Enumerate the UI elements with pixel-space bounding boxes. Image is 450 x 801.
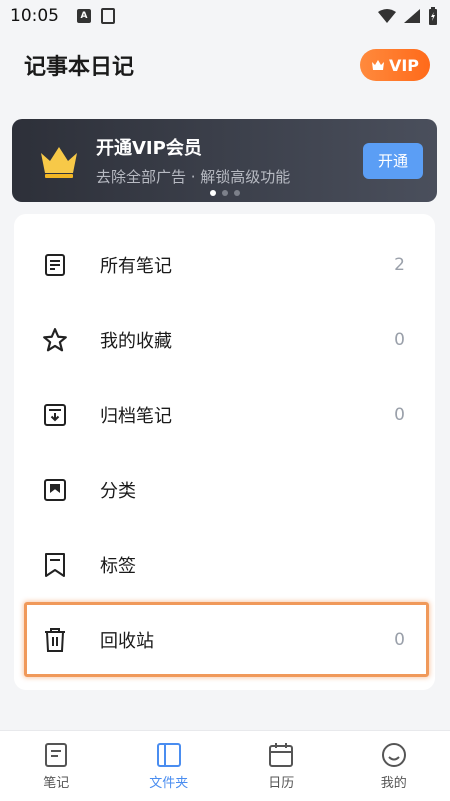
note-icon xyxy=(45,742,68,767)
carousel-indicator xyxy=(12,190,437,196)
folder-icon xyxy=(156,742,181,767)
list-item-label: 所有笔记 xyxy=(100,255,172,277)
list-item-tags[interactable]: 标签 xyxy=(14,527,435,602)
crown-icon xyxy=(371,60,384,70)
list-item-archive[interactable]: 归档笔记 0 xyxy=(14,377,435,452)
star-icon xyxy=(42,327,68,353)
status-time: 10:05 xyxy=(10,6,59,26)
list-item-count: 0 xyxy=(394,404,405,425)
status-bar: 10:05 A xyxy=(0,0,450,32)
banner-subtitle: 去除全部广告 · 解锁高级功能 xyxy=(96,168,291,186)
list-item-all-notes[interactable]: 所有笔记 2 xyxy=(14,227,435,302)
note-icon xyxy=(42,252,68,278)
list-item-label: 归档笔记 xyxy=(100,405,172,427)
calendar-icon xyxy=(269,742,294,767)
vip-button-label: VIP xyxy=(388,55,420,75)
signal-icon xyxy=(404,9,420,23)
nav-tab-calendar[interactable]: 日历 xyxy=(225,731,338,801)
nav-tab-notes[interactable]: 笔记 xyxy=(0,731,113,801)
wifi-icon xyxy=(378,9,396,23)
nav-tab-label: 文件夹 xyxy=(149,775,189,791)
banner-title: 开通VIP会员 xyxy=(96,138,202,159)
battery-icon xyxy=(429,7,437,25)
bottom-nav: 笔记 文件夹 日历 我的 xyxy=(0,730,450,801)
list-item-favorites[interactable]: 我的收藏 0 xyxy=(14,302,435,377)
page-title: 记事本日记 xyxy=(24,55,135,80)
vip-button[interactable]: VIP xyxy=(360,49,430,81)
nav-tab-mine[interactable]: 我的 xyxy=(338,731,450,801)
archive-icon xyxy=(42,402,68,428)
trash-icon xyxy=(42,627,68,653)
nav-tab-label: 日历 xyxy=(268,775,295,791)
list-item-label: 分类 xyxy=(100,480,136,502)
list-item-label: 标签 xyxy=(100,555,136,577)
carousel-dot xyxy=(233,190,240,196)
folder-list: 所有笔记 2 我的收藏 0 归档笔记 0 分类 标签 回收站 0 xyxy=(14,214,435,690)
vip-banner[interactable]: 开通VIP会员 去除全部广告 · 解锁高级功能 开通 xyxy=(12,119,437,202)
category-icon xyxy=(42,477,68,503)
list-item-label: 回收站 xyxy=(100,630,154,652)
crown-icon xyxy=(41,146,77,178)
list-item-trash[interactable]: 回收站 0 xyxy=(24,602,429,677)
list-item-count: 0 xyxy=(394,629,405,650)
list-item-label: 我的收藏 xyxy=(100,330,172,352)
smile-icon xyxy=(381,742,406,767)
font-notification-icon: A xyxy=(77,9,91,23)
list-item-count: 2 xyxy=(394,254,405,275)
nav-tab-folders[interactable]: 文件夹 xyxy=(113,731,226,801)
tag-icon xyxy=(42,552,68,578)
carousel-dot xyxy=(209,190,216,196)
app-header: 记事本日记 VIP xyxy=(0,32,450,98)
carousel-dot xyxy=(221,190,228,196)
nav-tab-label: 我的 xyxy=(380,775,407,791)
clipboard-notification-icon xyxy=(101,8,115,24)
nav-tab-label: 笔记 xyxy=(43,775,70,791)
list-item-count: 0 xyxy=(394,329,405,350)
list-item-category[interactable]: 分类 xyxy=(14,452,435,527)
open-vip-button[interactable]: 开通 xyxy=(363,142,423,179)
